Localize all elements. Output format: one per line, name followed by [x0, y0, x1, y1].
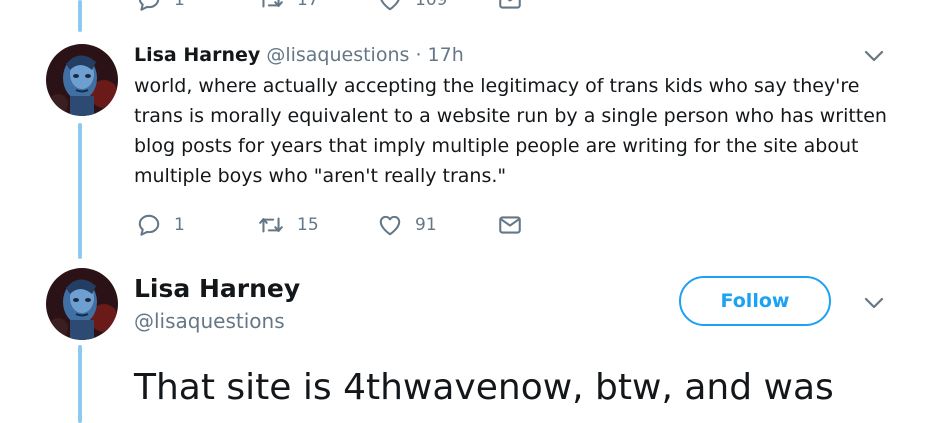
message-action[interactable] [497, 212, 523, 238]
envelope-icon [497, 212, 523, 238]
reply-icon [136, 0, 162, 13]
reply-icon [136, 212, 162, 238]
thread-line-middle [78, 123, 82, 259]
author-handle[interactable]: @lisaquestions [134, 306, 285, 336]
separator: · [415, 44, 422, 66]
author-name[interactable]: Lisa Harney [134, 44, 260, 66]
envelope-icon [497, 0, 523, 13]
like-action[interactable]: 109 [377, 0, 447, 13]
chevron-down-icon[interactable] [862, 47, 886, 69]
like-count: 91 [415, 215, 437, 235]
retweet-count: 17 [297, 0, 319, 10]
heart-icon [377, 0, 403, 13]
follow-button[interactable]: Follow [679, 276, 831, 326]
author-handle[interactable]: @lisaquestions [266, 44, 409, 66]
avatar[interactable] [46, 44, 118, 116]
reply-action[interactable]: 1 [136, 212, 185, 238]
like-action[interactable]: 91 [377, 212, 437, 238]
reply-count: 1 [174, 215, 185, 235]
chevron-down-icon[interactable] [862, 294, 886, 316]
avatar[interactable] [46, 268, 118, 340]
timestamp[interactable]: 17h [428, 44, 464, 66]
retweet-icon [257, 212, 285, 238]
reply-action[interactable]: 1 [136, 0, 185, 13]
retweet-count: 15 [297, 215, 319, 235]
author-name[interactable]: Lisa Harney [134, 272, 300, 306]
heart-icon [377, 212, 403, 238]
thread-line-bottom [78, 345, 82, 423]
thread-line-top [78, 0, 82, 32]
tweet-text: That site is 4thwavenow, btw, and was [134, 367, 834, 408]
reply-count: 1 [174, 0, 185, 10]
tweet-text: world, where actually accepting the legi… [134, 75, 887, 187]
retweet-action[interactable]: 15 [257, 212, 319, 238]
retweet-icon [257, 0, 285, 13]
message-action[interactable] [497, 0, 523, 13]
tweet-header: Lisa Harney @lisaquestions · 17h [134, 41, 464, 69]
retweet-action[interactable]: 17 [257, 0, 319, 13]
like-count: 109 [415, 0, 448, 10]
